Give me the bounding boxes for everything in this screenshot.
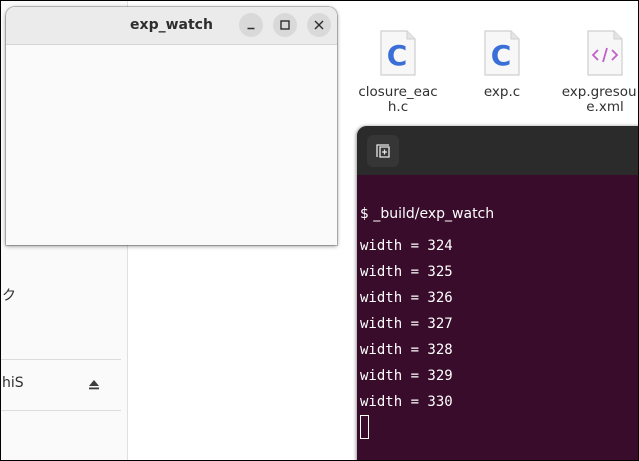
sidebar-divider — [1, 359, 121, 360]
terminal-prompt: $ _build/exp_watch — [360, 206, 495, 222]
minimize-icon — [247, 27, 255, 30]
exp-watch-window[interactable]: exp_watch — [6, 7, 337, 245]
terminal-output-line: width = 325 — [360, 264, 453, 280]
file-name: exp.gresou ce.xml — [561, 84, 638, 115]
minimize-button[interactable] — [239, 13, 263, 37]
file-item-closure-each[interactable]: C closure_eac h.c — [353, 29, 443, 115]
maximize-button[interactable] — [273, 13, 297, 37]
terminal-output-line: width = 326 — [360, 290, 453, 306]
file-name: exp.c — [483, 84, 521, 100]
file-name: closure_eac h.c — [358, 84, 438, 115]
desktop-screen: ク hiS C closure_eac h.c C exp.c exp.gres… — [1, 1, 638, 460]
eject-icon[interactable] — [87, 377, 101, 391]
new-tab-icon — [376, 144, 390, 158]
svg-text:C: C — [491, 39, 512, 72]
new-tab-button[interactable] — [367, 135, 399, 167]
terminal-cursor — [360, 415, 369, 439]
sidebar-divider — [1, 410, 121, 411]
xml-file-icon — [587, 30, 623, 76]
file-item-exp-gresource[interactable]: exp.gresou ce.xml — [560, 29, 638, 115]
terminal-output-line: width = 328 — [360, 342, 453, 358]
terminal-output[interactable]: $ _build/exp_watch width = 324 width = 3… — [360, 204, 638, 439]
close-icon — [314, 20, 324, 30]
terminal-output-line: width = 324 — [360, 238, 453, 254]
c-source-file-icon: C — [380, 30, 416, 76]
terminal-output-line: width = 327 — [360, 316, 453, 332]
file-item-exp-c[interactable]: C exp.c — [457, 29, 547, 100]
terminal-window[interactable]: $ _build/exp_watch width = 324 width = 3… — [357, 126, 638, 460]
terminal-headerbar — [357, 126, 638, 175]
sidebar-item-device-label[interactable]: hiS — [2, 375, 24, 391]
c-source-file-icon: C — [484, 30, 520, 76]
svg-text:C: C — [387, 39, 408, 72]
close-button[interactable] — [307, 13, 331, 37]
terminal-output-line: width = 330 — [360, 394, 453, 410]
maximize-icon — [280, 20, 290, 30]
terminal-output-line: width = 329 — [360, 368, 453, 384]
sidebar-item-label[interactable]: ク — [2, 285, 16, 305]
window-headerbar[interactable]: exp_watch — [6, 7, 337, 45]
